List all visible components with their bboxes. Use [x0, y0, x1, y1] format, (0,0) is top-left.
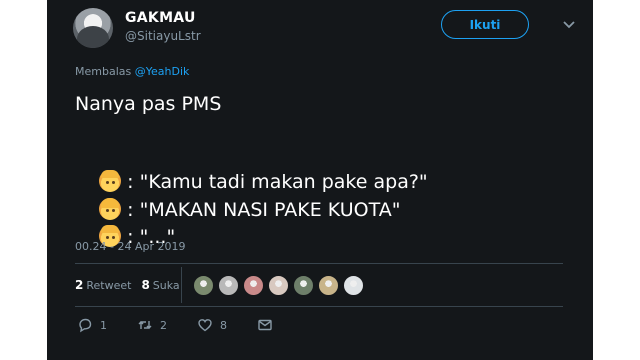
action-bar: 1 2 8: [77, 317, 310, 333]
author-handle[interactable]: @SitiayuLstr: [125, 29, 201, 43]
reply-button[interactable]: 1: [77, 317, 107, 333]
liker-avatar[interactable]: [193, 275, 214, 296]
like-count: 8: [141, 278, 150, 292]
retweet-count: 2: [75, 278, 84, 292]
reply-context: Membalas @YeahDik: [75, 65, 189, 78]
follow-button[interactable]: Ikuti: [441, 10, 529, 39]
liker-avatar[interactable]: [293, 275, 314, 296]
engagement-stats: 2 Retweet 8 Suka: [75, 278, 190, 292]
retweet-button[interactable]: 2: [137, 317, 167, 333]
reply-prefix: Membalas: [75, 65, 132, 78]
liker-avatar[interactable]: [268, 275, 289, 296]
direct-message-button[interactable]: [257, 317, 280, 333]
retweet-action-count: 2: [160, 318, 167, 332]
like-label: Suka: [152, 279, 180, 292]
divider: [75, 263, 563, 264]
retweet-label: Retweet: [86, 279, 132, 292]
liker-avatar[interactable]: [318, 275, 339, 296]
divider: [181, 267, 182, 303]
tweet-card: GAKMAU @SitiayuLstr Ikuti Membalas @Yeah…: [47, 0, 593, 360]
reply-mention-link[interactable]: @YeahDik: [135, 65, 190, 78]
timestamp[interactable]: 00.24 - 24 Apr 2019: [75, 240, 185, 253]
tweet-text-line: Nanya pas PMS: [75, 93, 222, 115]
liker-avatar[interactable]: [343, 275, 364, 296]
author-name[interactable]: GAKMAU: [125, 10, 196, 26]
like-button[interactable]: 8: [197, 317, 227, 333]
like-stat[interactable]: 8 Suka: [141, 278, 179, 292]
chevron-down-icon[interactable]: [562, 17, 576, 31]
avatar[interactable]: [73, 8, 113, 48]
retweet-icon: [138, 321, 152, 329]
envelope-icon: [258, 319, 272, 331]
liker-avatar[interactable]: [218, 275, 239, 296]
liker-avatars: [193, 275, 368, 296]
reply-icon: [79, 318, 92, 333]
liker-avatar[interactable]: [243, 275, 264, 296]
heart-icon: [198, 319, 212, 332]
retweet-stat[interactable]: 2 Retweet: [75, 278, 131, 292]
reply-count: 1: [100, 318, 107, 332]
like-action-count: 8: [220, 318, 227, 332]
divider: [75, 306, 563, 307]
